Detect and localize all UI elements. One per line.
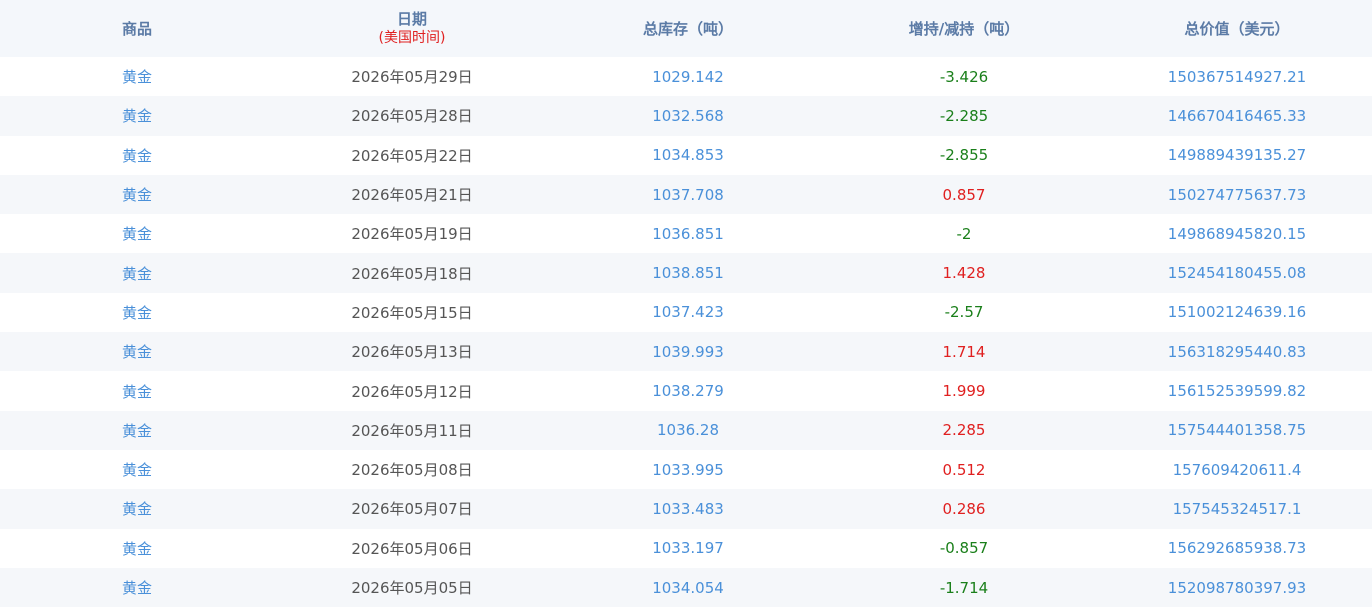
cell-total-value[interactable]: 157545324517.1 [1102, 500, 1372, 518]
cell-change: 1.714 [942, 342, 986, 361]
cell-commodity[interactable]: 黄金 [0, 66, 274, 87]
cell-change: -1.714 [939, 578, 989, 597]
header-total-stock: 总库存（吨） [642, 20, 733, 38]
cell-total-stock[interactable]: 1034.054 [550, 579, 826, 597]
cell-change: -0.857 [939, 539, 989, 558]
cell-total-stock[interactable]: 1036.28 [550, 421, 826, 439]
cell-total-value[interactable]: 156292685938.73 [1102, 539, 1372, 557]
table-row: 黄金 2026年05月21日 1037.708 0.857 150274775637.7… [0, 174, 1372, 215]
cell-date: 2026年05月21日 [351, 186, 473, 205]
cell-date: 2026年05月12日 [351, 382, 473, 401]
cell-total-stock[interactable]: 1034.853 [550, 146, 826, 164]
cell-total-stock[interactable]: 1029.142 [550, 68, 826, 86]
cell-change: 1.999 [942, 382, 986, 401]
cell-commodity[interactable]: 黄金 [0, 302, 274, 323]
cell-commodity[interactable]: 黄金 [0, 538, 274, 559]
cell-commodity[interactable]: 黄金 [0, 263, 274, 284]
cell-date: 2026年05月07日 [351, 500, 473, 519]
cell-change: -2 [956, 224, 972, 243]
table-row: 黄金 2026年05月15日 1037.423 -2.57 151002124639.1… [0, 292, 1372, 333]
cell-total-stock[interactable]: 1037.423 [550, 303, 826, 321]
cell-change: -2.57 [944, 303, 984, 322]
cell-change: 0.286 [942, 499, 986, 518]
cell-total-value[interactable]: 146670416465.33 [1102, 107, 1372, 125]
header-commodity: 商品 [121, 20, 152, 38]
header-date-timezone: (美国时间) [378, 29, 446, 46]
table-body: 黄金 2026年05月29日 1029.142 -3.426 150367514927.… [0, 57, 1372, 608]
table-row: 黄金 2026年05月18日 1038.851 1.428 152454180455.0… [0, 253, 1372, 293]
cell-commodity[interactable]: 黄金 [0, 341, 274, 362]
table-row: 黄金 2026年05月08日 1033.995 0.512 157609420611.4 [0, 449, 1372, 490]
cell-total-stock[interactable]: 1033.995 [550, 461, 826, 479]
cell-total-value[interactable]: 151002124639.16 [1102, 303, 1372, 321]
cell-total-stock[interactable]: 1038.279 [550, 382, 826, 400]
cell-date: 2026年05月05日 [351, 579, 473, 597]
cell-change: -2.855 [939, 146, 989, 165]
table-row: 黄金 2026年05月05日 1034.054 -1.714 152098780397.… [0, 567, 1372, 608]
cell-total-value[interactable]: 156152539599.82 [1102, 382, 1372, 400]
cell-commodity[interactable]: 黄金 [0, 184, 274, 205]
table-row: 黄金 2026年05月07日 1033.483 0.286 157545324517.1 [0, 489, 1372, 529]
table-row: 黄金 2026年05月28日 1032.568 -2.285 146670416465.… [0, 96, 1372, 136]
header-total-value: 总价值（美元） [1184, 20, 1290, 38]
cell-total-value[interactable]: 149868945820.15 [1102, 225, 1372, 243]
cell-total-stock[interactable]: 1036.851 [550, 225, 826, 243]
cell-date: 2026年05月22日 [351, 146, 473, 165]
cell-total-stock[interactable]: 1038.851 [550, 264, 826, 282]
cell-date: 2026年05月29日 [351, 68, 473, 87]
cell-date: 2026年05月11日 [351, 421, 473, 440]
cell-total-value[interactable]: 157544401358.75 [1102, 421, 1372, 439]
cell-total-stock[interactable]: 1039.993 [550, 343, 826, 361]
cell-date: 2026年05月08日 [351, 461, 473, 480]
table-header: 商品 日期 (美国时间) 总库存（吨） 增持/减持（吨） 总价值（美元） [0, 0, 1372, 57]
cell-commodity[interactable]: 黄金 [0, 577, 274, 598]
cell-total-value[interactable]: 156318295440.83 [1102, 343, 1372, 361]
cell-date: 2026年05月28日 [351, 107, 473, 126]
header-date: 日期 (美国时间) [274, 10, 550, 48]
cell-date: 2026年05月18日 [351, 264, 473, 283]
cell-total-value[interactable]: 150367514927.21 [1102, 68, 1372, 86]
cell-total-value[interactable]: 152454180455.08 [1102, 264, 1372, 282]
table-row: 黄金 2026年05月29日 1029.142 -3.426 150367514927.… [0, 57, 1372, 97]
cell-date: 2026年05月19日 [351, 225, 473, 244]
table-row: 黄金 2026年05月19日 1036.851 -2 149868945820.15 [0, 214, 1372, 254]
header-date-label: 日期 [396, 9, 427, 28]
cell-commodity[interactable]: 黄金 [0, 420, 274, 441]
cell-total-stock[interactable]: 1032.568 [550, 107, 826, 125]
cell-date: 2026年05月15日 [351, 303, 473, 322]
cell-total-value[interactable]: 150274775637.73 [1102, 186, 1372, 204]
cell-change: 0.857 [942, 185, 986, 204]
table-row: 黄金 2026年05月22日 1034.853 -2.855 149889439135.… [0, 135, 1372, 175]
cell-change: -2.285 [939, 106, 989, 125]
header-change: 增持/减持（吨） [908, 20, 1020, 38]
cell-commodity[interactable]: 黄金 [0, 498, 274, 519]
cell-commodity[interactable]: 黄金 [0, 145, 274, 166]
gold-holdings-table: 商品 日期 (美国时间) 总库存（吨） 增持/减持（吨） 总价值（美元） 黄金 2… [0, 0, 1372, 608]
cell-commodity[interactable]: 黄金 [0, 459, 274, 480]
table-row: 黄金 2026年05月13日 1039.993 1.714 156318295440.8… [0, 332, 1372, 372]
cell-commodity[interactable]: 黄金 [0, 381, 274, 402]
cell-total-stock[interactable]: 1037.708 [550, 186, 826, 204]
cell-date: 2026年05月13日 [351, 343, 473, 362]
cell-total-value[interactable]: 157609420611.4 [1102, 461, 1372, 479]
table-row: 黄金 2026年05月06日 1033.197 -0.857 156292685938.… [0, 528, 1372, 568]
cell-commodity[interactable]: 黄金 [0, 223, 274, 244]
cell-change: 2.285 [942, 421, 986, 440]
table-row: 黄金 2026年05月12日 1038.279 1.999 156152539599.8… [0, 371, 1372, 411]
cell-date: 2026年05月06日 [351, 539, 473, 558]
table-row: 黄金 2026年05月11日 1036.28 2.285 157544401358.75 [0, 410, 1372, 450]
cell-total-stock[interactable]: 1033.197 [550, 539, 826, 557]
cell-change: -3.426 [939, 67, 989, 86]
cell-total-stock[interactable]: 1033.483 [550, 500, 826, 518]
cell-commodity[interactable]: 黄金 [0, 105, 274, 126]
cell-total-value[interactable]: 149889439135.27 [1102, 146, 1372, 164]
cell-change: 1.428 [942, 264, 986, 283]
cell-change: 0.512 [942, 460, 986, 479]
cell-total-value[interactable]: 152098780397.93 [1102, 579, 1372, 597]
